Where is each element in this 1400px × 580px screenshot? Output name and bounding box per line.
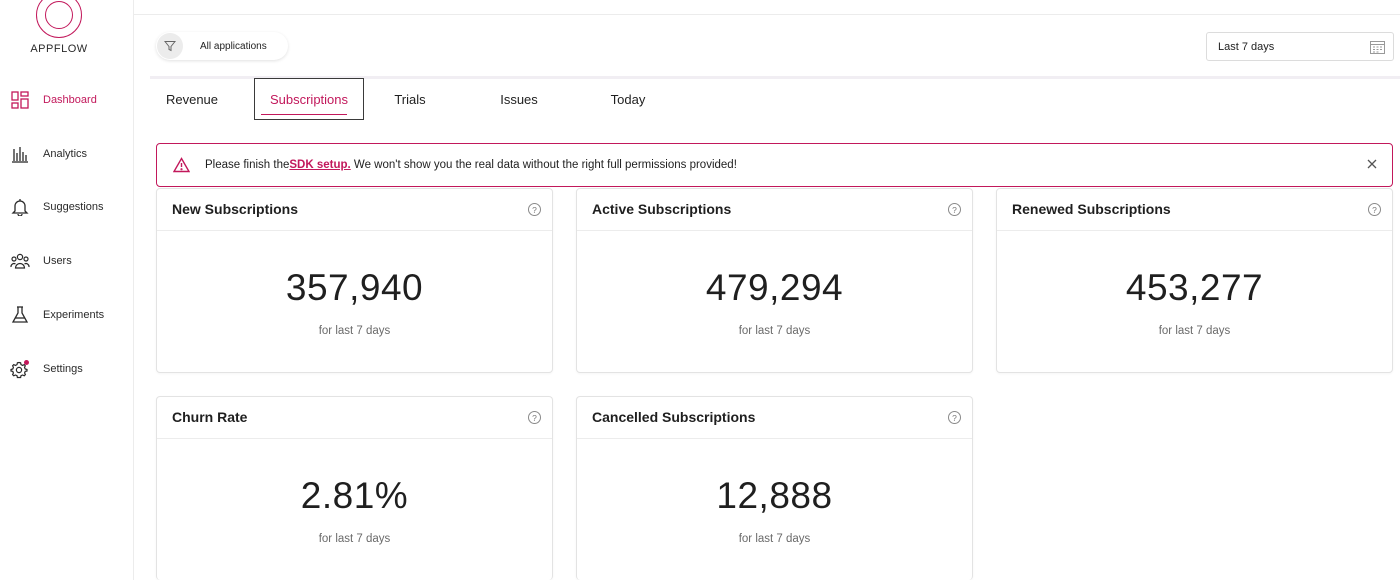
card-churn-rate: Churn Rate ? 2.81% for last 7 days [156,396,553,580]
help-icon[interactable]: ? [528,203,541,216]
bar-chart-icon [10,144,30,164]
card-new-subscriptions: New Subscriptions ? 357,940 for last 7 d… [156,188,553,373]
top-divider [134,14,1400,15]
date-range-select[interactable]: Last 7 days [1206,32,1394,61]
dashboard-icon [10,90,30,110]
metric-value: 453,277 [1125,267,1264,308]
alert-prefix: Please finish the [205,159,290,171]
sidebar-item-analytics[interactable]: Analytics [0,139,133,169]
brand-name: APPFLOW [30,43,88,55]
card-title: New Subscriptions [172,201,299,217]
date-range-label: Last 7 days [1218,40,1275,53]
metric-value: 357,940 [285,267,424,308]
card-cancelled-subscriptions: Cancelled Subscriptions ? 12,888 for las… [576,396,973,580]
gear-icon [10,359,30,379]
tab-revenue[interactable]: Revenue [156,78,228,120]
sidebar: APPFLOW Dashboard Analytics Suggestions [0,0,134,580]
card-header: Renewed Subscriptions ? [997,189,1392,231]
sidebar-item-label: Users [43,255,72,267]
sdk-setup-link[interactable]: SDK setup. [289,159,350,171]
card-header: Active Subscriptions ? [577,189,972,231]
tab-subscriptions[interactable]: Subscriptions [254,78,364,120]
metric-period: for last 7 days [738,533,811,545]
warning-icon [172,157,191,178]
card-header: New Subscriptions ? [157,189,552,231]
flask-icon [10,305,30,325]
app-filter-select[interactable]: All applications [156,32,288,60]
alert-suffix: We won't show you the real data without … [350,159,737,171]
metric-period: for last 7 days [318,325,391,337]
metric-period: for last 7 days [738,325,811,337]
card-title: Renewed Subscriptions [1012,201,1171,217]
sidebar-item-users[interactable]: Users [0,246,133,276]
sidebar-item-label: Analytics [43,148,88,160]
sidebar-item-label: Settings [43,363,83,375]
card-renewed-subscriptions: Renewed Subscriptions ? 453,277 for last… [996,188,1393,373]
tab-issues[interactable]: Issues [492,78,546,120]
card-title: Churn Rate [172,409,248,425]
card-active-subscriptions: Active Subscriptions ? 479,294 for last … [576,188,973,373]
help-icon[interactable]: ? [948,411,961,424]
sdk-setup-alert: Please finish theSDK setup. We won't sho… [156,143,1393,187]
appflow-logo-icon[interactable] [36,0,82,38]
help-icon[interactable]: ? [948,203,961,216]
tab-today[interactable]: Today [600,78,656,120]
sidebar-item-label: Experiments [43,309,105,321]
card-title: Active Subscriptions [592,201,732,217]
sidebar-item-experiments[interactable]: Experiments [0,300,133,330]
metric-value: 479,294 [705,267,844,308]
sidebar-item-label: Dashboard [43,94,97,106]
sidebar-item-dashboard[interactable]: Dashboard [0,85,133,115]
metric-value: 12,888 [716,475,833,516]
close-icon[interactable] [1364,156,1380,172]
app-filter-label: All applications [200,40,267,52]
metric-period: for last 7 days [1158,325,1231,337]
metric-period: for last 7 days [318,533,391,545]
alert-message: Please finish theSDK setup. We won't sho… [205,159,737,171]
sidebar-item-label: Suggestions [43,201,104,213]
card-header: Churn Rate ? [157,397,552,439]
metric-value: 2.81% [300,475,409,516]
card-title: Cancelled Subscriptions [592,409,756,425]
help-icon[interactable]: ? [1368,203,1381,216]
help-icon[interactable]: ? [528,411,541,424]
sidebar-item-suggestions[interactable]: Suggestions [0,192,133,222]
filter-icon [157,33,183,59]
users-icon [10,251,30,271]
tab-trials[interactable]: Trials [384,78,436,120]
sidebar-item-settings[interactable]: Settings [0,354,133,384]
bell-icon [10,197,30,217]
card-header: Cancelled Subscriptions ? [577,397,972,439]
calendar-icon [1370,40,1385,59]
